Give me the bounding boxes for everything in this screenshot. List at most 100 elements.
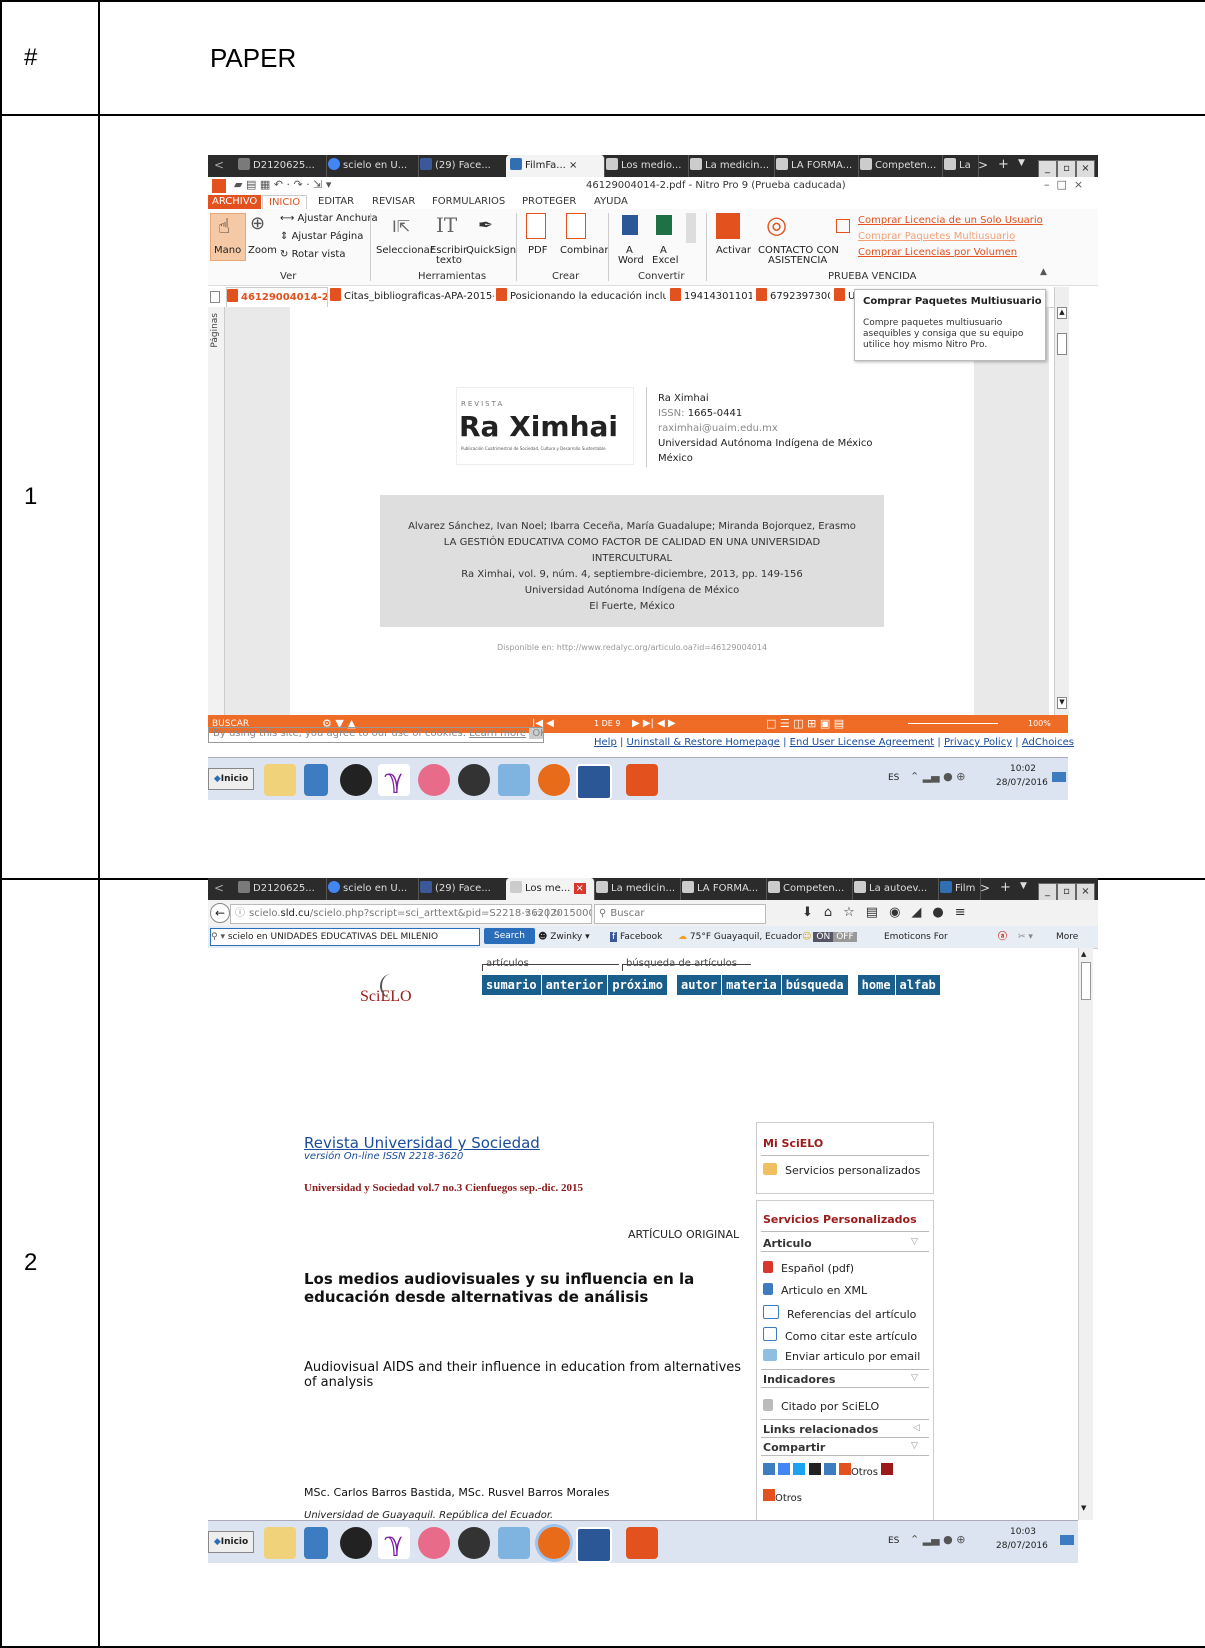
browser-tab-active[interactable]: Los me... ×: [506, 878, 595, 900]
avatar-icon[interactable]: [458, 764, 490, 796]
espanol-pdf-link[interactable]: Español (pdf): [763, 1261, 854, 1275]
add-share-icon[interactable]: [838, 1463, 851, 1475]
list-share-icon[interactable]: [823, 1463, 836, 1475]
search-box[interactable]: ⚲ Buscar: [594, 904, 766, 924]
page-indicator[interactable]: 1 DE 9: [594, 715, 620, 733]
show-desktop-icon[interactable]: [1052, 772, 1066, 782]
tab-list-icon[interactable]: ▼: [1020, 881, 1027, 891]
compartir-heading[interactable]: Compartir: [763, 1441, 825, 1454]
menu-proteger[interactable]: PROTEGER: [522, 196, 576, 207]
to-word-icon[interactable]: [622, 215, 638, 235]
combinar-label[interactable]: Combinar: [560, 245, 609, 256]
browser-tab[interactable]: Los medio...: [602, 155, 689, 177]
doc-tab[interactable]: 194143011015: [670, 287, 752, 307]
ask-logo-icon[interactable]: ⓐ: [998, 926, 1007, 948]
google-share-icon[interactable]: [778, 1463, 791, 1475]
close-icon[interactable]: ×: [569, 160, 577, 171]
citado-por-link[interactable]: Citado por SciELO: [763, 1399, 879, 1413]
nitro-icon[interactable]: [626, 764, 658, 796]
avatar-icon[interactable]: [458, 1527, 490, 1559]
tray-icons[interactable]: ⌃ ▂▄ ● ⊕: [910, 1533, 965, 1546]
otros-label[interactable]: Otros: [851, 1467, 878, 1478]
browser-tab[interactable]: (29) Face...: [416, 878, 509, 900]
scroll-down-icon[interactable]: ▼: [1057, 697, 1067, 709]
word-icon[interactable]: [576, 764, 612, 800]
adchoices-link[interactable]: AdChoices: [1022, 737, 1074, 748]
chevron-down-icon[interactable]: ▽: [911, 1373, 918, 1383]
doc-tab-active[interactable]: 46129004014-2 ×: [226, 287, 328, 308]
menu-inicio[interactable]: INICIO: [262, 195, 308, 209]
nav-alfab[interactable]: alfab: [895, 975, 940, 995]
language-indicator[interactable]: ES: [888, 1536, 899, 1546]
browser-tab[interactable]: Film: [936, 878, 981, 900]
otros-share[interactable]: Otros: [763, 1489, 802, 1504]
back-arrow-icon[interactable]: <: [214, 158, 224, 172]
indicadores-heading[interactable]: Indicadores: [763, 1373, 835, 1386]
zoom-icon[interactable]: ⊕: [250, 213, 265, 234]
start-button[interactable]: ◆Inicio: [208, 768, 254, 790]
buy-link-multi[interactable]: Comprar Paquetes Multiusuario: [858, 231, 1015, 242]
quick-access-icons[interactable]: ▰ ▤ ▦ ↶ · ↷ · ⇲ ▾: [234, 178, 331, 191]
buy-link-single[interactable]: Comprar Licencia de un Solo Usuario: [858, 215, 1043, 226]
uninstall-link[interactable]: Uninstall & Restore Homepage: [627, 737, 780, 748]
view-mode-icons[interactable]: □ ☰ ◫ ⊞ ▣ ▤: [766, 715, 844, 733]
chevron-down-icon[interactable]: ▽: [911, 1441, 918, 1451]
minimize-icon[interactable]: _: [1038, 160, 1057, 178]
buy-link-volume[interactable]: Comprar Licencias por Volumen: [858, 247, 1017, 258]
delicious-icon[interactable]: [763, 1463, 775, 1475]
pages-panel-icon[interactable]: [210, 291, 220, 303]
tools-icon[interactable]: ✂ ▾: [1018, 926, 1033, 948]
close-window-icon[interactable]: ×: [1076, 883, 1095, 901]
articulo-heading[interactable]: Articulo: [763, 1237, 812, 1250]
zwinky-button[interactable]: ☻ Zwinky ▾: [538, 926, 590, 948]
seleccionar-label[interactable]: Seleccionar: [376, 245, 434, 256]
media-icon[interactable]: [304, 1527, 328, 1559]
tray-icons[interactable]: ⌃ ▂▄ ● ⊕: [910, 770, 965, 783]
nav-anterior[interactable]: anterior: [541, 975, 608, 995]
chevron-left-icon[interactable]: ◁: [913, 1423, 920, 1433]
combine-icon[interactable]: [566, 213, 586, 239]
browser-tab[interactable]: (29) Face...: [416, 155, 509, 177]
to-excel-icon[interactable]: [656, 215, 672, 235]
scroll-thumb[interactable]: [1081, 962, 1091, 1000]
convert-more-icon[interactable]: [686, 213, 696, 243]
word-label[interactable]: Word: [618, 255, 644, 266]
scroll-thumb[interactable]: [1057, 333, 1067, 355]
emoticons-label[interactable]: Emoticons For: [884, 926, 948, 948]
browser-tab[interactable]: D2120625...: [234, 878, 327, 900]
firefox-icon[interactable]: [538, 1527, 570, 1559]
new-tab-icon[interactable]: +: [1000, 880, 1011, 895]
como-citar-link[interactable]: Como citar este artículo: [763, 1327, 917, 1343]
quicksign-label[interactable]: QuickSign: [466, 245, 516, 256]
text-icon[interactable]: IT: [436, 213, 457, 237]
journal-title-link[interactable]: Revista Universidad y Sociedad: [304, 1134, 540, 1152]
browser-tab[interactable]: La medicin...: [592, 878, 681, 900]
browser-tab[interactable]: LA FORMA...: [772, 155, 859, 177]
tabs-scroll-right-icon[interactable]: >: [978, 158, 988, 172]
zoom-label[interactable]: Zoom: [248, 245, 277, 256]
browser-tab-active[interactable]: FilmFa... ×: [506, 155, 605, 177]
url-bar[interactable]: ⓘ scielo.sld.cu/scielo.php?script=sci_art…: [230, 904, 592, 924]
browser-tab[interactable]: D2120625...: [234, 155, 327, 177]
doc-tab[interactable]: Posicionando la educación inclusi...: [496, 287, 666, 307]
excel-label[interactable]: Excel: [652, 255, 679, 266]
scroll-up-icon[interactable]: ▲: [1081, 950, 1086, 958]
minimize-icon[interactable]: _: [1038, 883, 1057, 901]
browser-tab[interactable]: Competen...: [856, 155, 943, 177]
tabs-scroll-right-icon[interactable]: >: [980, 881, 990, 895]
toolbar-search-button[interactable]: Search: [484, 928, 535, 944]
tab-list-icon[interactable]: ▼: [1018, 158, 1025, 168]
weather-button[interactable]: ☁ 75°F Guayaquil, Ecuador: [678, 926, 802, 948]
file-explorer-icon[interactable]: [264, 1527, 296, 1559]
browser-tab[interactable]: scielo en U...: [324, 878, 419, 900]
url-actions-icons[interactable]: ▿ ▭ | ↻: [525, 905, 561, 923]
nav-sumario[interactable]: sumario: [482, 975, 541, 995]
start-button[interactable]: ◆Inicio: [208, 1531, 254, 1553]
back-arrow-icon[interactable]: <: [214, 881, 224, 895]
quicksign-icon[interactable]: ✒: [478, 215, 493, 236]
browser-tab[interactable]: La medicin...: [686, 155, 775, 177]
flower-icon[interactable]: [418, 1527, 450, 1559]
control-panel-icon[interactable]: [498, 764, 530, 796]
control-panel-icon[interactable]: [498, 1527, 530, 1559]
vertical-scrollbar[interactable]: ▲ ▼: [1054, 287, 1069, 715]
